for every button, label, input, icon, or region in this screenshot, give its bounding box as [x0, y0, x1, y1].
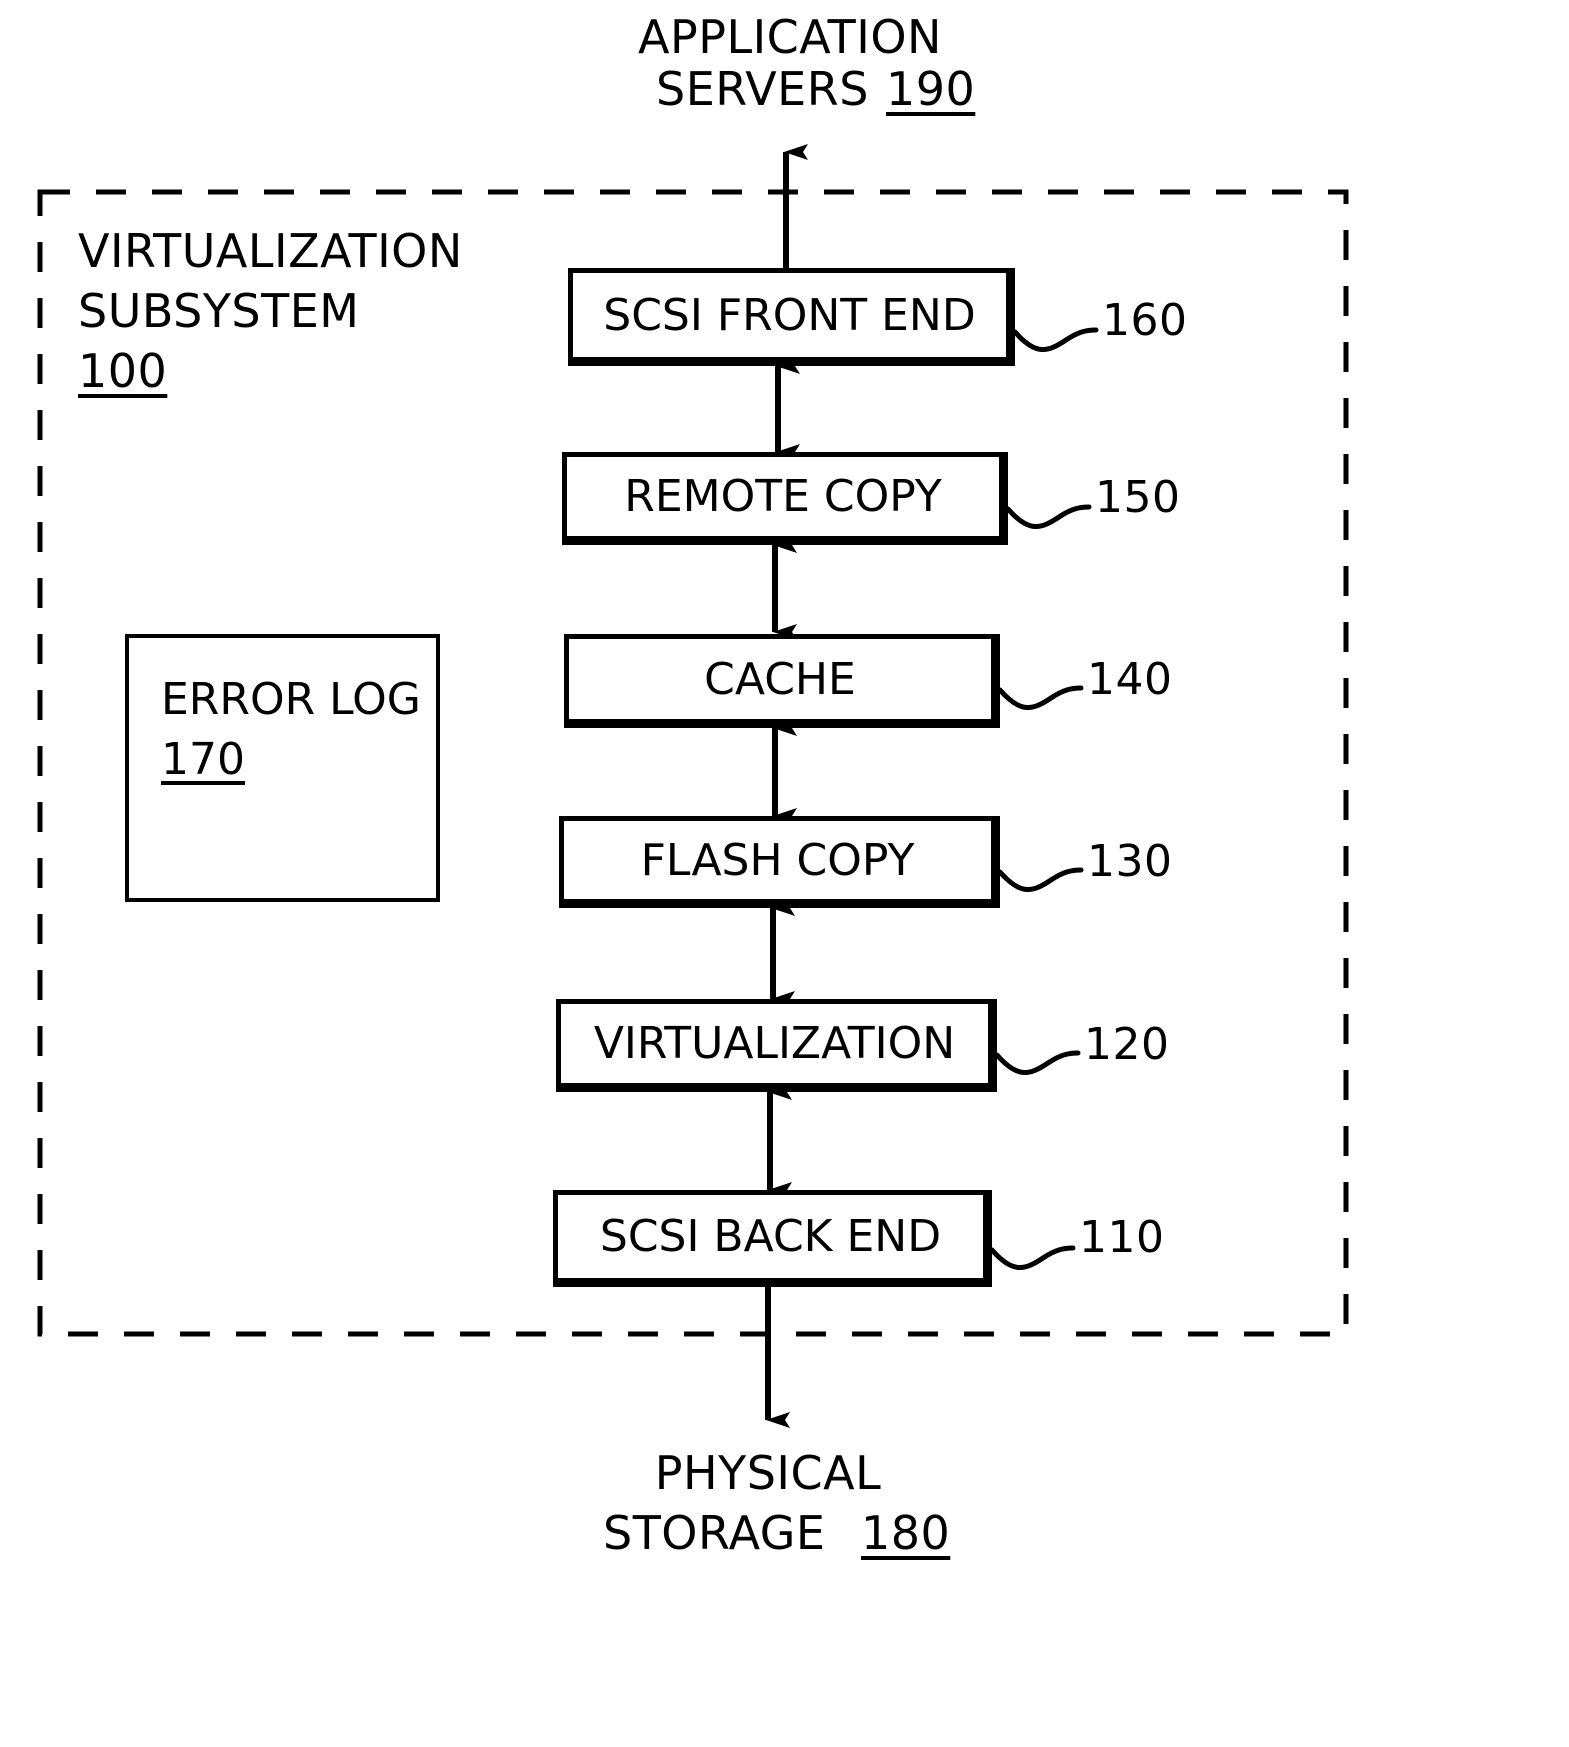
block-virtualization: VIRTUALIZATION — [556, 999, 997, 1092]
ref-150: 150 — [1095, 472, 1181, 523]
ref-110: 110 — [1079, 1212, 1165, 1263]
leader-line-110 — [989, 1245, 1076, 1270]
subsystem-name-line2: SUBSYSTEM — [78, 284, 360, 338]
block-scsi-front-end-label: SCSI FRONT END — [603, 289, 976, 341]
block-virtualization-label: VIRTUALIZATION — [593, 1018, 956, 1069]
subsystem-name-line1: VIRTUALIZATION — [78, 224, 463, 278]
block-flash-copy: FLASH COPY — [559, 816, 1000, 908]
block-cache-label: CACHE — [704, 653, 856, 705]
block-scsi-back-end-label: SCSI BACK END — [599, 1211, 942, 1262]
error-log-ref: 170 — [161, 734, 245, 785]
ref-130: 130 — [1087, 836, 1173, 887]
block-remote-copy: REMOTE COPY — [562, 452, 1008, 545]
error-log-label: ERROR LOG — [161, 674, 421, 725]
leader-line-130 — [997, 867, 1084, 892]
block-scsi-front-end: SCSI FRONT END — [568, 268, 1015, 366]
patent-figure: APPLICATION SERVERS 190 VIRTUALIZATION S… — [0, 0, 1569, 1747]
block-scsi-back-end: SCSI BACK END — [553, 1190, 992, 1287]
error-log-box: ERROR LOG 170 — [125, 634, 440, 902]
leader-line-150 — [1005, 504, 1092, 529]
application-servers-line2: SERVERS — [656, 62, 869, 116]
leader-line-160 — [1012, 327, 1099, 352]
ref-120: 120 — [1084, 1019, 1170, 1070]
ref-160: 160 — [1102, 295, 1188, 346]
leader-line-140 — [997, 685, 1084, 710]
block-cache: CACHE — [564, 634, 1000, 728]
physical-storage-ref: 180 — [861, 1506, 951, 1560]
physical-storage-line1: PHYSICAL — [654, 1446, 882, 1500]
application-servers-ref: 190 — [886, 62, 976, 116]
subsystem-ref: 100 — [78, 344, 168, 398]
physical-storage-line2: STORAGE — [603, 1506, 826, 1560]
leader-line-120 — [994, 1050, 1081, 1075]
application-servers-line1: APPLICATION — [638, 10, 942, 64]
block-remote-copy-label: REMOTE COPY — [624, 471, 942, 522]
block-flash-copy-label: FLASH COPY — [640, 834, 915, 886]
ref-140: 140 — [1087, 654, 1173, 705]
